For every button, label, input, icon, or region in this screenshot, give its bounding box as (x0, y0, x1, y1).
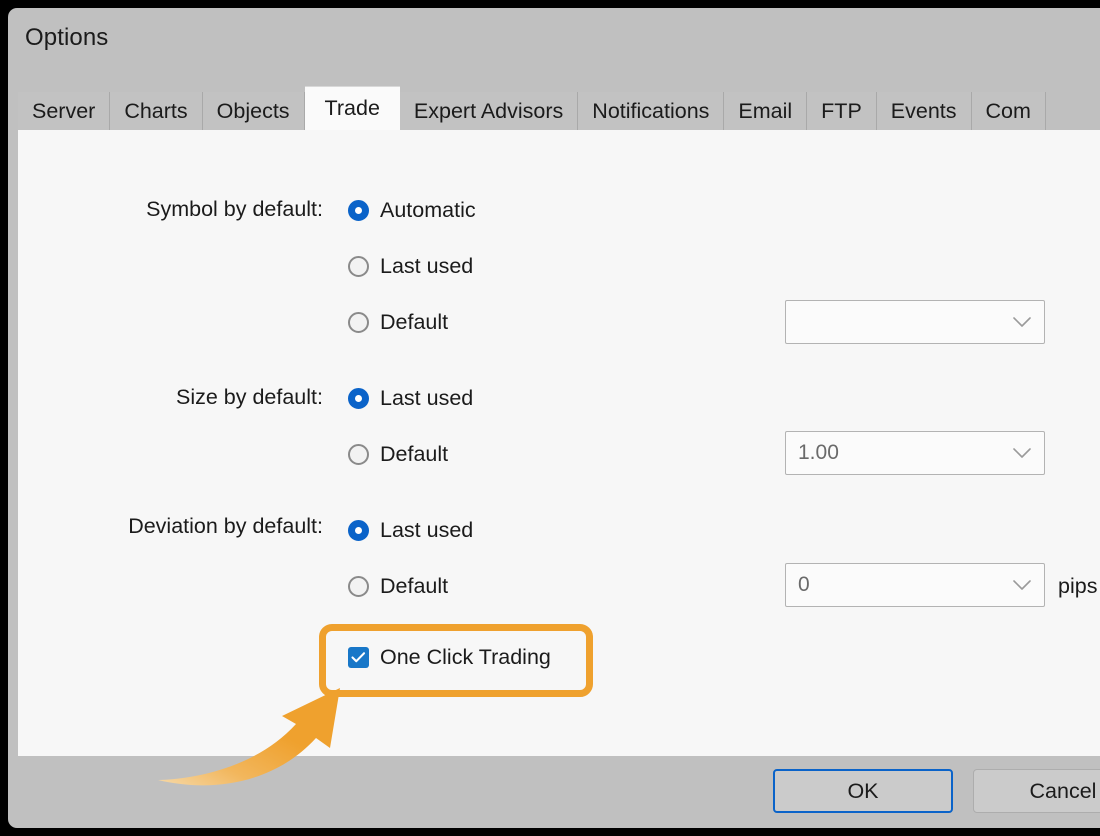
tab-objects[interactable]: Objects (202, 92, 305, 130)
chevron-down-icon[interactable] (1000, 432, 1044, 474)
size-default-combobox[interactable]: 1.00 (785, 431, 1045, 475)
deviation-option-last-used[interactable]: Last used (348, 518, 473, 543)
radio-unselected-icon[interactable] (348, 312, 369, 333)
deviation-unit-label: pips (1058, 574, 1098, 598)
symbol-option-last-used[interactable]: Last used (348, 254, 473, 279)
tab-events[interactable]: Events (876, 92, 972, 130)
tab-label: FTP (821, 98, 862, 123)
tab-ftp[interactable]: FTP (807, 92, 877, 130)
size-option-last-used[interactable]: Last used (348, 386, 473, 411)
symbol-option-automatic[interactable]: Automatic (348, 198, 476, 223)
symbol-by-default-label: Symbol by default: (146, 197, 323, 221)
radio-unselected-icon[interactable] (348, 576, 369, 597)
combobox-value: 0 (798, 573, 810, 596)
symbol-option-default[interactable]: Default (348, 310, 448, 335)
cancel-button[interactable]: Cancel (973, 769, 1100, 813)
ok-button[interactable]: OK (773, 769, 953, 813)
tab-strip: Server Charts Objects Trade Expert Advis… (18, 86, 1046, 130)
dialog-title: Options (25, 24, 109, 51)
radio-selected-icon[interactable] (348, 520, 369, 541)
radio-selected-icon[interactable] (348, 388, 369, 409)
radio-unselected-icon[interactable] (348, 256, 369, 277)
chevron-down-icon[interactable] (1000, 564, 1044, 606)
tab-label: Server (32, 98, 96, 123)
combobox-value: 1.00 (798, 441, 839, 464)
tab-label: Objects (216, 98, 290, 123)
radio-label: Last used (380, 254, 474, 278)
radio-label: Default (380, 574, 449, 598)
radio-label: Last used (380, 386, 474, 410)
tab-expert-advisors[interactable]: Expert Advisors (399, 92, 579, 130)
cancel-button-label: Cancel (1029, 778, 1097, 803)
tab-label: Notifications (592, 98, 710, 123)
tab-server[interactable]: Server (18, 92, 111, 130)
radio-label: Default (380, 310, 449, 334)
tab-community[interactable]: Com (971, 92, 1046, 130)
radio-label: Last used (380, 518, 474, 542)
symbol-default-combobox[interactable] (785, 300, 1045, 344)
size-option-default[interactable]: Default (348, 442, 448, 467)
radio-selected-icon[interactable] (348, 200, 369, 221)
size-by-default-label: Size by default: (175, 385, 323, 409)
options-dialog: Options Server Charts Objects Trade Expe… (8, 8, 1100, 828)
deviation-by-default-label: Deviation by default: (128, 514, 323, 538)
radio-unselected-icon[interactable] (348, 444, 369, 465)
tab-label: Expert Advisors (413, 98, 564, 123)
radio-label: Default (380, 442, 449, 466)
chevron-down-icon[interactable] (1000, 301, 1044, 343)
tab-trade[interactable]: Trade (304, 86, 400, 130)
radio-label: Automatic (380, 198, 476, 222)
tab-label: Charts (124, 98, 188, 123)
tab-label: Email (738, 98, 793, 123)
one-click-trading-label: One Click Trading (380, 645, 551, 669)
ok-button-label: OK (847, 778, 879, 803)
tab-notifications[interactable]: Notifications (578, 92, 725, 130)
tab-email[interactable]: Email (724, 92, 808, 130)
one-click-trading-checkbox-row[interactable]: One Click Trading (348, 645, 551, 670)
tab-label: Trade (324, 96, 380, 120)
checkbox-checked-icon[interactable] (348, 647, 369, 668)
deviation-default-combobox[interactable]: 0 (785, 563, 1045, 607)
tab-label: Com (985, 98, 1031, 123)
deviation-option-default[interactable]: Default (348, 574, 448, 599)
tab-charts[interactable]: Charts (110, 92, 203, 130)
tab-label: Events (890, 98, 957, 123)
dialog-titlebar: Options (8, 8, 1100, 70)
